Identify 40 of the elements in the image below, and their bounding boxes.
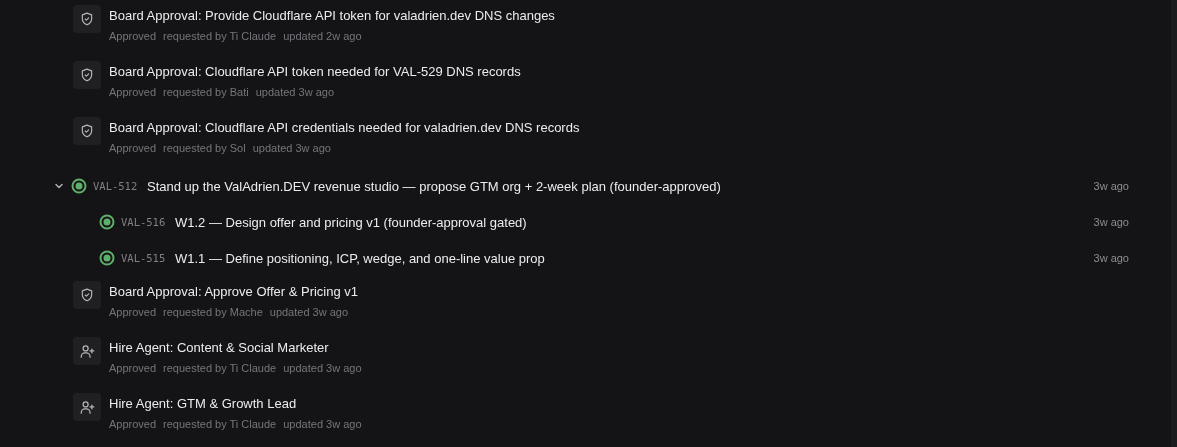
status-text: Approved xyxy=(109,417,157,432)
updated-text: updated 3w ago xyxy=(283,417,362,432)
shield-check-icon xyxy=(80,288,94,302)
status-text: Approved xyxy=(109,141,157,156)
issue-time: 3w ago xyxy=(1093,180,1129,192)
user-plus-icon xyxy=(79,399,95,415)
issue-id: VAL-515 xyxy=(121,252,167,264)
requester-text: requested by Ti Claude xyxy=(163,361,277,376)
issue-time: 3w ago xyxy=(1093,216,1129,228)
requester-text: requested by Bati xyxy=(163,85,249,100)
requester-text: requested by Sol xyxy=(163,141,246,156)
status-text: Approved xyxy=(109,361,157,376)
updated-text: updated 3w ago xyxy=(252,141,331,156)
request-title[interactable]: Hire Agent: Content & Social Marketer xyxy=(109,338,362,358)
user-plus-icon xyxy=(79,343,95,359)
issue-title[interactable]: W1.1 — Define positioning, ICP, wedge, and one-line value prop xyxy=(175,250,545,266)
issue-title[interactable]: Stand up the ValAdrien.DEV revenue studio — propose GTM org + 2-week plan (founder-approved) xyxy=(147,178,721,194)
updated-text: updated 3w ago xyxy=(283,361,362,376)
requester-text: requested by Ti Claude xyxy=(163,29,277,44)
issue-id: VAL-512 xyxy=(93,180,139,192)
request-title[interactable]: Board Approval: Approve Offer & Pricing v1 xyxy=(109,282,359,302)
issue-id: VAL-516 xyxy=(121,216,167,228)
request-title[interactable]: Board Approval: Cloudflare API token needed for VAL-529 DNS records xyxy=(109,62,521,82)
shield-check-icon xyxy=(80,12,94,26)
issue-title[interactable]: W1.2 — Design offer and pricing v1 (founder-approval gated) xyxy=(175,214,527,230)
requester-text: requested by Ti Claude xyxy=(163,417,277,432)
request-title[interactable]: Hire Agent: GTM & Growth Lead xyxy=(109,394,362,414)
shield-check-icon xyxy=(80,124,94,138)
updated-text: updated 3w ago xyxy=(269,305,349,320)
request-title[interactable]: Board Approval: Provide Cloudflare API token for valadrien.dev DNS changes xyxy=(109,6,555,26)
shield-check-icon xyxy=(80,68,94,82)
chevron-icon[interactable] xyxy=(54,181,64,191)
status-text: Approved xyxy=(109,305,157,320)
issue-time: 3w ago xyxy=(1093,252,1129,264)
updated-text: updated 2w ago xyxy=(283,29,362,44)
status-text: Approved xyxy=(109,29,157,44)
requester-text: requested by Mache xyxy=(163,305,263,320)
status-text: Approved xyxy=(109,85,157,100)
request-title[interactable]: Board Approval: Cloudflare API credentials needed for valadrien.dev DNS records xyxy=(109,118,580,138)
updated-text: updated 3w ago xyxy=(255,85,334,100)
